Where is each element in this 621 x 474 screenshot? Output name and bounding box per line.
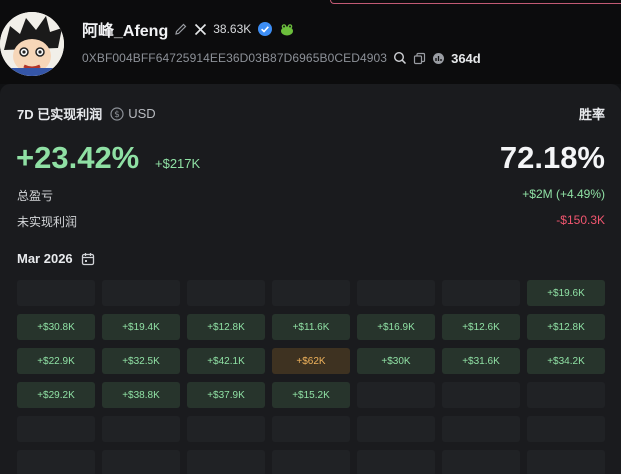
calendar-day-cell <box>442 280 520 306</box>
calendar-day-cell[interactable]: +$32.5K <box>102 348 180 374</box>
follower-count: 38.63K <box>213 22 252 36</box>
name-row: 阿峰_Afeng 38.63K <box>82 18 295 40</box>
frog-icon <box>279 21 295 37</box>
address-row: 0XBF004BFF64725914EE36D03B87D6965B0CED49… <box>82 49 481 67</box>
pnl-panel: 7D 已实现利润 $ USD 胜率 +23.42% +$217K 72.18% … <box>0 84 621 474</box>
wallet-age: 364d <box>451 50 481 66</box>
calendar-day-cell[interactable]: +$42.1K <box>187 348 265 374</box>
calendar-day-cell <box>527 416 605 442</box>
calendar-day-cell[interactable]: +$31.6K <box>442 348 520 374</box>
calendar-day-cell[interactable]: +$16.9K <box>357 314 435 340</box>
calendar-day-cell[interactable]: +$38.8K <box>102 382 180 408</box>
calendar-day-cell <box>102 450 180 474</box>
calendar-day-cell <box>102 280 180 306</box>
unrealized-label: 未实现利润 <box>17 215 78 229</box>
dollar-icon: $ <box>110 106 124 121</box>
calendar-day-cell[interactable]: +$15.2K <box>272 382 350 408</box>
profile-header: 阿峰_Afeng 38.63K 0XBF004BFF64725914EE36D0… <box>0 0 621 84</box>
calendar-day-cell[interactable]: +$19.4K <box>102 314 180 340</box>
calendar-day-cell <box>272 450 350 474</box>
calendar-day-cell <box>442 416 520 442</box>
currency-toggle[interactable]: $ USD <box>110 106 156 121</box>
calendar-day-cell[interactable]: +$12.8K <box>187 314 265 340</box>
avatar[interactable] <box>0 12 64 76</box>
calendar-day-cell <box>17 416 95 442</box>
calendar-day-cell <box>272 280 350 306</box>
top-accent-line <box>330 0 621 4</box>
calendar-day-cell[interactable]: +$34.2K <box>527 348 605 374</box>
calendar-day-cell <box>527 450 605 474</box>
calendar-day-cell <box>17 450 95 474</box>
calendar-day-cell[interactable]: +$11.6K <box>272 314 350 340</box>
calendar-day-cell[interactable]: +$30K <box>357 348 435 374</box>
calendar-day-cell <box>187 450 265 474</box>
currency-label: USD <box>128 106 156 121</box>
calendar-icon <box>81 252 94 265</box>
calendar-day-cell[interactable]: +$12.6K <box>442 314 520 340</box>
svg-text:$: $ <box>114 110 120 120</box>
calendar-day-cell <box>187 416 265 442</box>
calendar-day-cell <box>442 382 520 408</box>
copy-icon[interactable] <box>413 52 426 65</box>
calendar-day-cell[interactable]: +$19.6K <box>527 280 605 306</box>
calendar-day-cell[interactable]: +$22.9K <box>17 348 95 374</box>
unrealized-value: -$150.3K <box>556 213 605 227</box>
x-twitter-icon[interactable] <box>194 23 207 36</box>
calendar-day-cell <box>187 280 265 306</box>
calendar-day-cell <box>17 280 95 306</box>
search-icon[interactable] <box>393 51 407 65</box>
profile-name: 阿峰_Afeng <box>82 23 169 40</box>
wallet-age-icon <box>432 52 445 65</box>
calendar-day-cell[interactable]: +$37.9K <box>187 382 265 408</box>
calendar-day-cell <box>357 450 435 474</box>
calendar-day-cell <box>442 450 520 474</box>
pnl-amount: +$217K <box>155 156 201 171</box>
total-pnl-label: 总盈亏 <box>17 189 54 203</box>
period-header: 7D 已实现利润 $ USD <box>17 104 156 123</box>
period-label: 7D 已实现利润 <box>17 107 103 122</box>
calendar-day-cell[interactable]: +$29.2K <box>17 382 95 408</box>
calendar-day-cell[interactable]: +$30.8K <box>17 314 95 340</box>
pnl-percent: +23.42% <box>16 140 140 175</box>
wallet-address: 0XBF004BFF64725914EE36D03B87D6965B0CED49… <box>82 51 388 65</box>
total-pnl-value: +$2M (+4.49%) <box>522 187 605 201</box>
calendar-day-cell[interactable]: +$62K <box>272 348 350 374</box>
calendar-day-cell <box>272 416 350 442</box>
edit-icon[interactable] <box>174 22 188 36</box>
month-selector[interactable]: Mar 2026 <box>17 251 95 266</box>
calendar-day-cell[interactable]: +$12.8K <box>527 314 605 340</box>
calendar-day-cell <box>357 280 435 306</box>
verified-badge-icon <box>257 21 273 37</box>
calendar-day-cell <box>527 382 605 408</box>
calendar-day-cell <box>102 416 180 442</box>
winrate-value: 72.18% <box>499 140 605 175</box>
winrate-label: 胜率 <box>578 107 605 122</box>
month-label: Mar 2026 <box>17 251 73 266</box>
calendar-day-cell <box>357 382 435 408</box>
calendar-day-cell <box>357 416 435 442</box>
